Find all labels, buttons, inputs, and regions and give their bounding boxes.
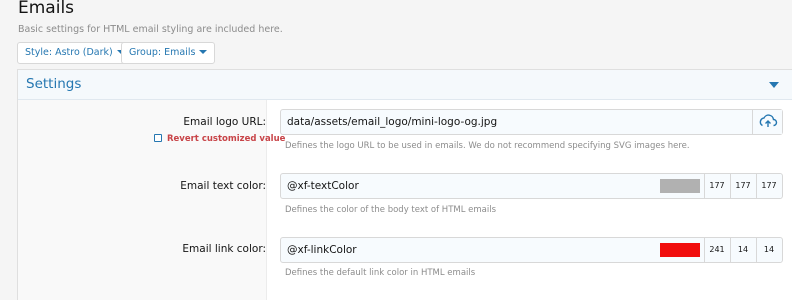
settings-block-header[interactable]: Settings — [18, 70, 792, 100]
page-title: Emails — [18, 0, 75, 18]
settings-block-title: Settings — [26, 76, 82, 92]
upload-button[interactable] — [752, 110, 782, 134]
rgb-red-value: 177 — [704, 174, 729, 198]
upload-icon — [759, 114, 778, 127]
rgb-red-value: 241 — [704, 238, 729, 262]
email-text-color-input[interactable]: @xf-textColor 177 177 177 — [280, 173, 783, 199]
collapse-toggle-icon[interactable] — [769, 82, 779, 88]
email-logo-url-value: data/assets/email_logo/mini-logo-og.jpg — [287, 116, 498, 128]
revert-customized-checkbox[interactable]: Revert customized value — [154, 134, 285, 144]
revert-label: Revert customized value — [167, 134, 286, 144]
email-link-color-explain: Defines the default link color in HTML e… — [285, 268, 476, 278]
email-text-color-label: Email text color: — [180, 180, 266, 192]
rgb-green-value: 177 — [730, 174, 755, 198]
email-text-color-explain: Defines the color of the body text of HT… — [285, 205, 497, 215]
caret-down-icon — [199, 50, 208, 54]
group-dropdown-button[interactable]: Group: Emails — [121, 42, 216, 64]
email-link-color-value: @xf-linkColor — [287, 244, 357, 256]
email-logo-url-input[interactable]: data/assets/email_logo/mini-logo-og.jpg — [280, 109, 783, 135]
email-logo-url-explain: Defines the logo URL to be used in email… — [285, 141, 690, 151]
group-dropdown-label: Group: Emails — [129, 47, 196, 58]
email-logo-url-label: Email logo URL: — [183, 116, 266, 128]
rgb-blue-value: 14 — [756, 238, 781, 262]
email-link-color-label: Email link color: — [182, 243, 266, 255]
email-text-color-value: @xf-textColor — [287, 180, 359, 192]
style-dropdown-button[interactable]: Style: Astro (Dark) — [17, 42, 133, 64]
style-dropdown-label: Style: Astro (Dark) — [25, 47, 113, 58]
color-swatch[interactable] — [660, 179, 700, 193]
label-column — [18, 100, 267, 300]
color-swatch[interactable] — [660, 243, 700, 257]
email-link-color-input[interactable]: @xf-linkColor 241 14 14 — [280, 237, 783, 263]
checkbox-icon[interactable] — [154, 134, 162, 142]
page-description: Basic settings for HTML email styling ar… — [18, 24, 283, 35]
rgb-blue-value: 177 — [756, 174, 781, 198]
rgb-green-value: 14 — [730, 238, 755, 262]
